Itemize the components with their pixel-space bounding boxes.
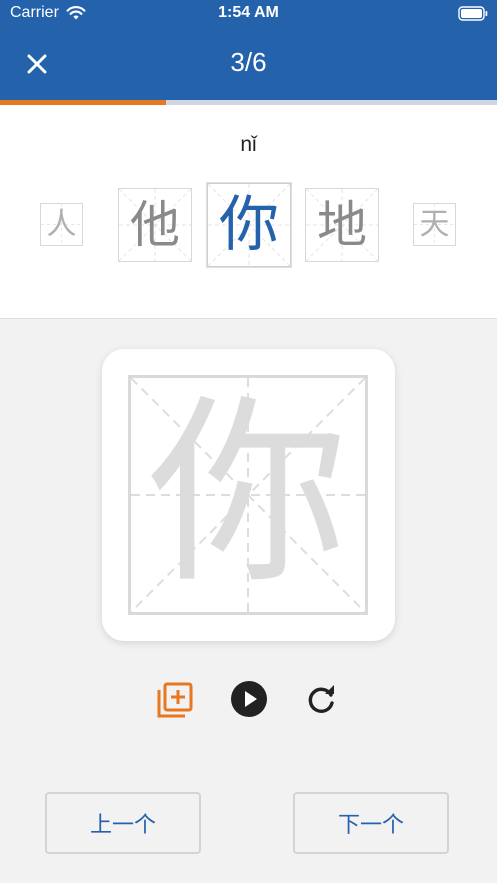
header-bar: Carrier 1:54 AM 3/6 [0, 0, 497, 105]
char-tile-glyph: 他 [130, 196, 180, 254]
play-button[interactable] [231, 681, 267, 717]
char-tile-current[interactable]: 你 [207, 183, 291, 267]
writing-character: 你 [147, 378, 348, 611]
play-icon [231, 681, 267, 717]
battery-icon [458, 6, 488, 25]
page-counter: 3/6 [230, 47, 267, 77]
add-to-collection-icon [157, 682, 193, 718]
char-tile-glyph: 天 [419, 206, 450, 242]
char-tile-prev-1[interactable]: 他 [118, 188, 192, 262]
char-tile-next-1[interactable]: 地 [305, 188, 379, 262]
char-tile-glyph: 人 [46, 206, 77, 242]
char-tile-glyph: 地 [317, 196, 367, 254]
pinyin-label: nǐ [240, 133, 257, 156]
lesson-screen: Carrier 1:54 AM 3/6 nǐ 人 他 你 地 天 你 上一个 下… [0, 0, 497, 883]
status-time: 1:54 AM [218, 4, 279, 21]
char-tile-next-2[interactable]: 天 [413, 203, 456, 246]
writing-canvas[interactable]: 你 [128, 375, 368, 615]
char-tile-glyph: 你 [219, 190, 279, 260]
char-tile-prev-2[interactable]: 人 [40, 203, 83, 246]
add-to-collection-button[interactable] [156, 681, 194, 719]
writing-card: 你 [102, 349, 395, 641]
replay-icon [308, 685, 334, 713]
next-button[interactable]: 下一个 [293, 792, 449, 854]
replay-button[interactable] [305, 682, 339, 716]
status-bar: Carrier 1:54 AM [0, 0, 497, 28]
character-strip: nǐ 人 他 你 地 天 [0, 105, 497, 319]
previous-button[interactable]: 上一个 [45, 792, 201, 854]
